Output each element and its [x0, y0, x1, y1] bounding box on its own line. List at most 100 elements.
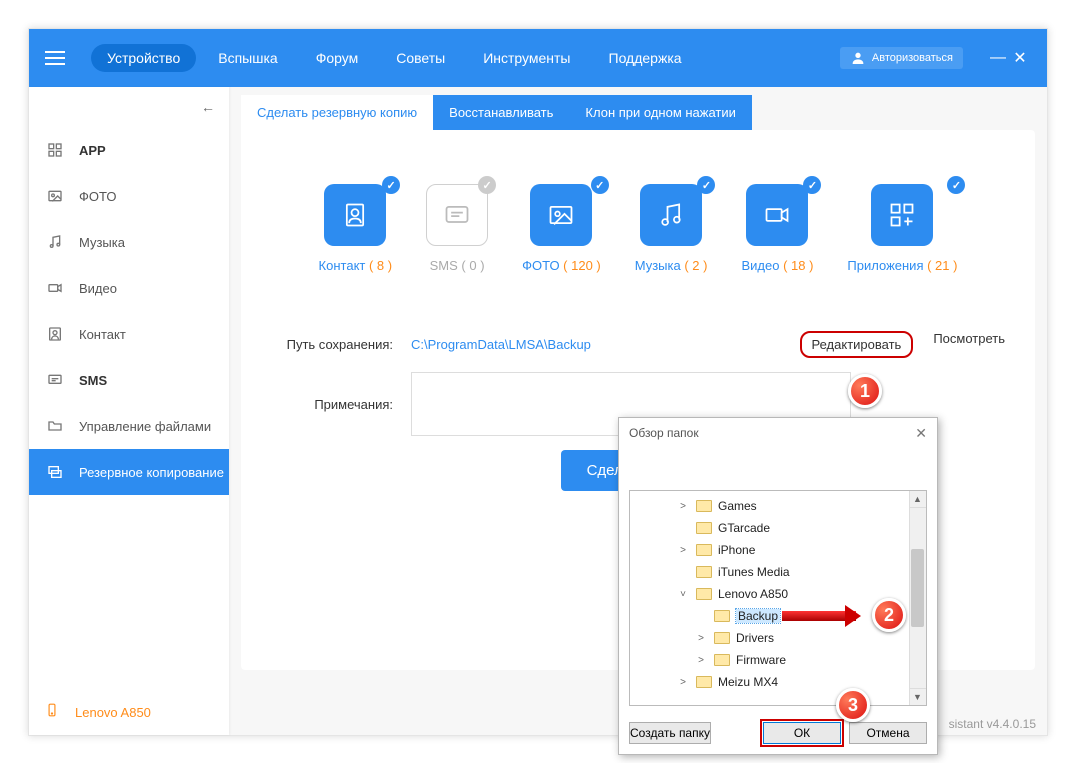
nav-forum[interactable]: Форум [300, 44, 375, 72]
tab-backup[interactable]: Сделать резервную копию [241, 95, 433, 130]
view-path-link[interactable]: Посмотреть [933, 331, 1005, 358]
category-label: SMS ( 0 ) [430, 258, 485, 273]
sms-icon [426, 184, 488, 246]
annotation-badge-3: 3 [836, 688, 870, 722]
scroll-up-icon[interactable]: ▲ [909, 491, 926, 508]
phone-icon [45, 703, 63, 721]
titlebar: Устройство Вспышка Форум Советы Инструме… [29, 29, 1047, 87]
expand-icon[interactable]: ˃ [676, 501, 690, 512]
category-label: Контакт ( 8 ) [319, 258, 393, 273]
scroll-down-icon[interactable]: ▼ [909, 688, 926, 705]
notes-label: Примечания: [271, 397, 411, 412]
expand-icon[interactable]: ˃ [694, 633, 708, 644]
sidebar-item-label: Музыка [79, 235, 125, 250]
sms-icon [45, 370, 65, 390]
scrollbar-thumb[interactable] [911, 549, 924, 627]
folder-name: Drivers [736, 631, 774, 645]
check-icon [591, 176, 609, 194]
apps-icon [871, 184, 933, 246]
folder-icon [714, 632, 730, 644]
menu-icon[interactable] [45, 51, 65, 65]
folder-name: iPhone [718, 543, 755, 557]
ok-button[interactable]: ОК [763, 722, 841, 744]
sidebar-item-label: APP [79, 143, 106, 158]
tree-item[interactable]: ˃ iPhone [630, 539, 926, 561]
tree-item[interactable]: iTunes Media [630, 561, 926, 583]
category-video[interactable]: Видео ( 18 ) [741, 184, 813, 273]
sidebar-item-label: Управление файлами [79, 419, 211, 434]
folder-browse-dialog: Обзор папок ✕ ˃ Games GTarcade ˃ iPhone iTune… [618, 417, 938, 755]
dialog-close-icon[interactable]: ✕ [915, 425, 927, 442]
sidebar-item-video[interactable]: Видео [29, 265, 229, 311]
category-photo[interactable]: ФОТО ( 120 ) [522, 184, 601, 273]
folder-name: Games [718, 499, 757, 513]
expand-icon[interactable]: ˃ [676, 677, 690, 688]
sidebar-item-backup[interactable]: Резервное копирование [29, 449, 229, 495]
close-button[interactable]: ✕ [1009, 48, 1031, 68]
folder-name: Backup [736, 609, 780, 623]
category-label: Музыка ( 2 ) [635, 258, 708, 273]
tree-item[interactable]: ˃ Firmware [630, 649, 926, 671]
grid-icon [45, 140, 65, 160]
sidebar-item-music[interactable]: Музыка [29, 219, 229, 265]
folder-name: Lenovo A850 [718, 587, 788, 601]
annotation-badge-1: 1 [848, 374, 882, 408]
category-music[interactable]: Музыка ( 2 ) [635, 184, 708, 273]
sidebar-item-label: Контакт [79, 327, 126, 342]
folder-name: GTarcade [718, 521, 770, 535]
video-icon [45, 278, 65, 298]
sidebar-item-contact[interactable]: Контакт [29, 311, 229, 357]
expand-icon[interactable]: ˃ [676, 545, 690, 556]
save-path-label: Путь сохранения: [271, 337, 411, 352]
check-icon [803, 176, 821, 194]
video-icon [746, 184, 808, 246]
tab-restore[interactable]: Восстанавливать [433, 95, 569, 130]
sidebar-item-app[interactable]: APP [29, 127, 229, 173]
category-label: ФОТО ( 120 ) [522, 258, 601, 273]
nav-tools[interactable]: Инструменты [467, 44, 586, 72]
nav-device[interactable]: Устройство [91, 44, 196, 72]
device-name[interactable]: Lenovo A850 [29, 689, 229, 735]
check-icon [697, 176, 715, 194]
contact-icon [45, 324, 65, 344]
folder-icon [714, 610, 730, 622]
minimize-button[interactable]: — [987, 49, 1009, 67]
check-icon [947, 176, 965, 194]
nav-tips[interactable]: Советы [380, 44, 461, 72]
folder-icon [696, 566, 712, 578]
folder-icon [714, 654, 730, 666]
folder-name: iTunes Media [718, 565, 790, 579]
auth-button[interactable]: Авторизоваться [840, 47, 963, 69]
sidebar-item-photo[interactable]: ФОТО [29, 173, 229, 219]
folder-icon [696, 588, 712, 600]
folder-icon [696, 544, 712, 556]
tab-clone[interactable]: Клон при одном нажатии [569, 95, 751, 130]
folder-icon [696, 522, 712, 534]
expand-icon[interactable]: ˅ [676, 589, 690, 600]
check-icon [382, 176, 400, 194]
nav-support[interactable]: Поддержка [593, 44, 698, 72]
sidebar-item-label: Видео [79, 281, 117, 296]
edit-path-link[interactable]: Редактировать [800, 331, 914, 358]
cancel-button[interactable]: Отмена [849, 722, 927, 744]
tree-item[interactable]: ˃Meizu MX4 [630, 671, 926, 693]
nav-flash[interactable]: Вспышка [202, 44, 293, 72]
category-apps[interactable]: Приложения ( 21 ) [847, 184, 957, 273]
category-sms[interactable]: SMS ( 0 ) [426, 184, 488, 273]
dialog-titlebar: Обзор папок ✕ [619, 418, 937, 448]
folder-icon [696, 676, 712, 688]
tree-item[interactable]: ˃ Games [630, 495, 926, 517]
expand-icon[interactable]: ˃ [694, 655, 708, 666]
check-icon [478, 176, 496, 194]
annotation-badge-2: 2 [872, 598, 906, 632]
sidebar-item-label: SMS [79, 373, 107, 388]
sidebar-collapse[interactable]: ← [29, 87, 229, 127]
make-folder-button[interactable]: Создать папку [629, 722, 711, 744]
sidebar-item-sms[interactable]: SMS [29, 357, 229, 403]
tree-item[interactable]: GTarcade [630, 517, 926, 539]
sidebar: ← APP ФОТО Музыка Видео Контакт SMS Упра… [29, 87, 229, 735]
dialog-title: Обзор папок [629, 426, 699, 440]
folder-name: Firmware [736, 653, 786, 667]
category-contact[interactable]: Контакт ( 8 ) [319, 184, 393, 273]
sidebar-item-files[interactable]: Управление файлами [29, 403, 229, 449]
